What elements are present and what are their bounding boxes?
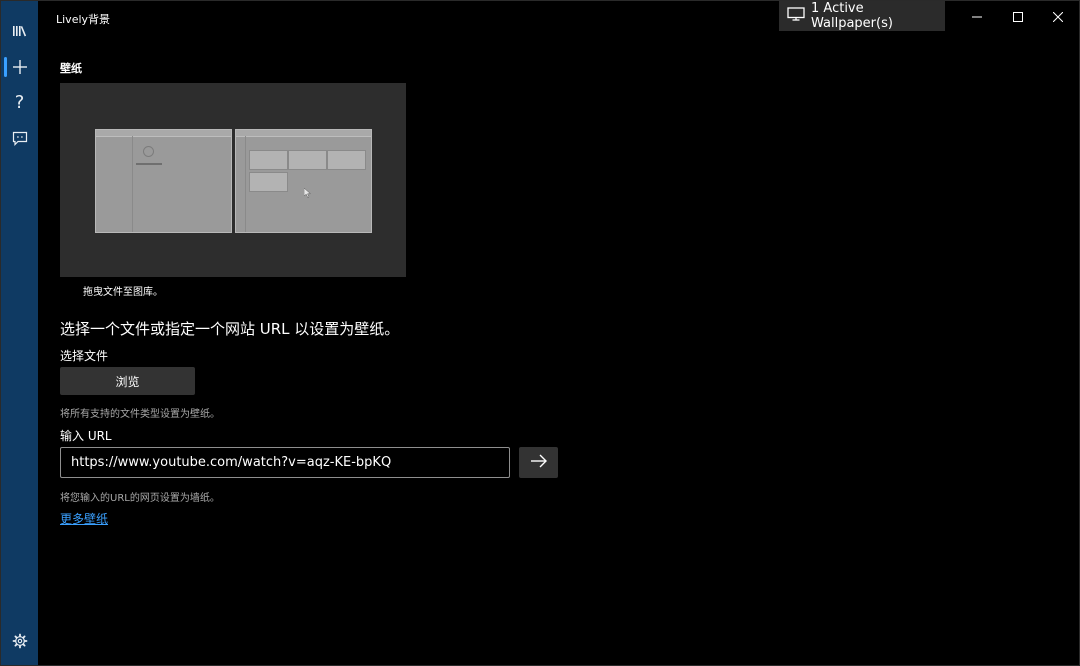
url-label: 输入 URL xyxy=(60,429,112,443)
sidebar-item-help[interactable]: ? xyxy=(1,87,38,119)
preview-titlebar xyxy=(96,130,231,137)
url-input[interactable] xyxy=(60,447,510,478)
help-icon: ? xyxy=(14,92,25,113)
add-icon xyxy=(12,59,28,75)
sidebar-item-add-wallpaper[interactable] xyxy=(1,51,38,83)
drop-zone-preview[interactable] xyxy=(60,83,406,277)
close-button[interactable] xyxy=(1035,1,1079,31)
preview-tile xyxy=(249,150,288,170)
preview-mini-window-left xyxy=(95,129,232,233)
preview-play-icon xyxy=(143,146,154,157)
preview-tile xyxy=(249,172,288,192)
preview-tile xyxy=(327,150,366,170)
preview-tile xyxy=(288,150,327,170)
minimize-icon xyxy=(972,7,982,26)
more-wallpapers-link[interactable]: 更多壁纸 xyxy=(60,510,108,527)
preview-text-line xyxy=(136,163,162,165)
preview-divider xyxy=(132,136,133,232)
app-title: Lively背景 xyxy=(56,13,111,26)
section-heading: 壁纸 xyxy=(60,62,82,75)
maximize-icon xyxy=(1013,7,1023,26)
submit-url-button[interactable] xyxy=(519,447,558,478)
preview-cursor-icon xyxy=(304,188,312,198)
file-hint: 将所有支持的文件类型设置为壁纸。 xyxy=(60,409,220,420)
minimize-button[interactable] xyxy=(954,1,1000,31)
browse-button[interactable]: 浏览 xyxy=(60,367,195,395)
sidebar-item-feedback[interactable] xyxy=(1,122,38,154)
main-instruction: 选择一个文件或指定一个网站 URL 以设置为壁纸。 xyxy=(60,320,400,338)
close-icon xyxy=(1052,7,1064,26)
drop-hint: 拖曳文件至图库。 xyxy=(83,287,163,298)
preview-titlebar xyxy=(236,130,371,137)
active-wallpaper-label: 1 Active Wallpaper(s) xyxy=(811,1,893,31)
settings-icon xyxy=(12,633,28,649)
preview-divider xyxy=(245,136,246,232)
arrow-right-icon xyxy=(530,454,548,471)
feedback-icon xyxy=(12,131,28,146)
url-hint: 将您输入的URL的网页设置为墙纸。 xyxy=(60,493,220,504)
select-file-label: 选择文件 xyxy=(60,349,109,363)
active-wallpaper-button[interactable]: 1 Active Wallpaper(s) xyxy=(779,1,945,31)
library-icon xyxy=(12,24,28,38)
sidebar-item-settings[interactable] xyxy=(1,625,38,657)
preview-mini-window-right xyxy=(235,129,372,233)
lively-app-window: ? Lively背景 1 Active Wallpaper(s) 壁纸 拖曳文件… xyxy=(0,0,1080,666)
monitor-icon xyxy=(787,7,811,25)
sidebar: ? xyxy=(1,1,38,665)
sidebar-item-library[interactable] xyxy=(1,15,38,47)
